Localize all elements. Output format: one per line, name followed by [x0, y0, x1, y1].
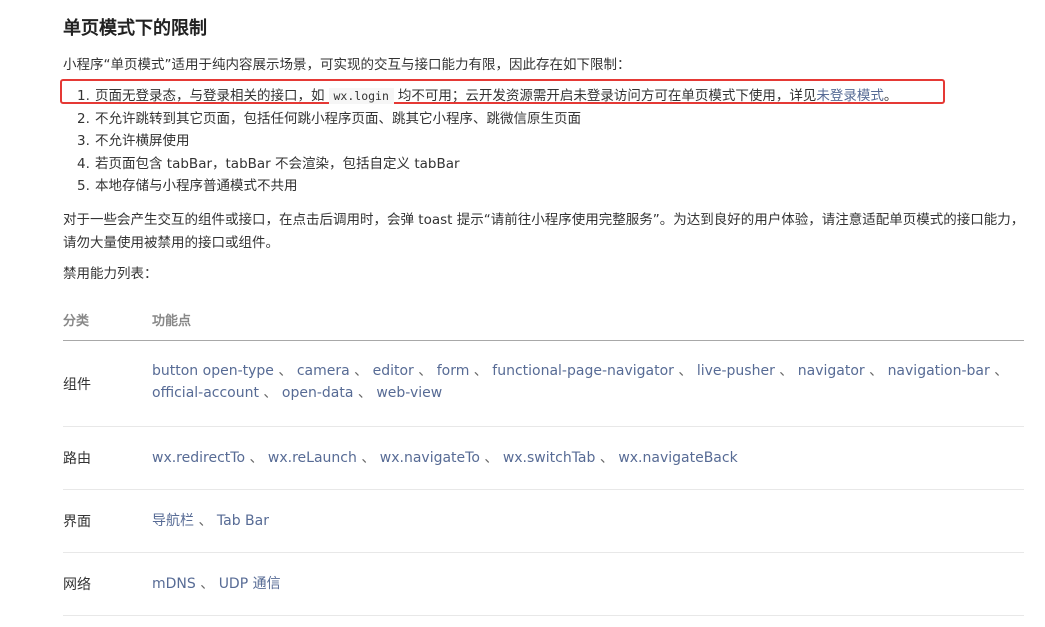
row-category: 网络: [63, 577, 91, 593]
header-category: 分类: [63, 314, 90, 329]
feature-link[interactable]: navigation-bar: [888, 363, 990, 379]
row-category: 路由: [63, 451, 91, 467]
row-category: 组件: [63, 377, 91, 393]
anonymous-mode-link[interactable]: 未登录模式: [816, 88, 884, 104]
separator: 、: [356, 450, 380, 466]
item-text: 。: [883, 88, 898, 104]
item-number: 1.: [77, 88, 90, 104]
item-text: 本地存储与小程序普通模式不共用: [95, 178, 298, 194]
item-text: 不允许横屏使用: [95, 133, 190, 149]
feature-link[interactable]: button open-type: [152, 363, 274, 379]
item-number: 5.: [77, 178, 90, 194]
feature-link[interactable]: wx.redirectTo: [152, 450, 245, 466]
item-number: 3.: [77, 133, 90, 149]
item-number: 2.: [77, 110, 90, 127]
separator: 、: [774, 363, 798, 379]
feature-link[interactable]: open-data: [282, 385, 354, 401]
separator: 、: [195, 576, 219, 592]
row-features: wx.redirectTo 、 wx.reLaunch 、 wx.navigat…: [152, 447, 1024, 469]
limits-list: 1. 页面无登录态，与登录相关的接口，如 wx.login 均不可用；云开发资源需开启…: [63, 85, 897, 198]
table-row: 网络 mDNS 、 UDP 通信: [63, 553, 1024, 616]
separator: 、: [194, 513, 217, 529]
item-text: 页面无登录态，与登录相关的接口，如: [95, 88, 325, 104]
header-features: 功能点: [152, 314, 192, 329]
disabled-features-table: 分类 功能点 组件 button open-type 、 camera 、 ed…: [63, 296, 1024, 616]
row-features: mDNS 、 UDP 通信: [152, 573, 1024, 595]
feature-link[interactable]: functional-page-navigator: [492, 363, 674, 379]
feature-link[interactable]: web-view: [376, 385, 442, 401]
separator: 、: [673, 363, 697, 379]
feature-link[interactable]: editor: [373, 363, 414, 379]
separator: 、: [595, 450, 619, 466]
feature-link[interactable]: live-pusher: [697, 363, 775, 379]
feature-link[interactable]: camera: [297, 363, 350, 379]
separator: 、: [258, 385, 282, 401]
limit-item-4: 4. 若页面包含 tabBar，tabBar 不会渲染，包括自定义 tabBar: [63, 153, 897, 176]
toast-paragraph: 对于一些会产生交互的组件或接口，在点击后调用时，会弹 toast 提示“请前往小…: [63, 212, 1025, 251]
row-category: 界面: [63, 514, 91, 530]
limit-item-2: 2. 不允许跳转到其它页面，包括任何跳小程序页面、跳其它小程序、跳微信原生页面: [63, 108, 897, 131]
table-header: 分类 功能点: [63, 296, 1024, 341]
feature-link[interactable]: UDP 通信: [219, 576, 281, 592]
feature-link[interactable]: form: [437, 363, 470, 379]
feature-link[interactable]: official-account: [152, 385, 259, 401]
inline-code: wx.login: [328, 88, 394, 104]
separator: 、: [245, 450, 268, 466]
intro-text: 小程序“单页模式”适用于纯内容展示场景，可实现的交互与接口能力有限，因此存在如下…: [63, 57, 631, 73]
separator: 、: [273, 363, 297, 379]
separator: 、: [479, 450, 503, 466]
feature-link[interactable]: wx.navigateTo: [380, 450, 480, 466]
table-row: 路由 wx.redirectTo 、 wx.reLaunch 、 wx.navi…: [63, 427, 1024, 490]
table-row: 界面 导航栏 、 Tab Bar: [63, 490, 1024, 553]
separator: 、: [864, 363, 888, 379]
separator: 、: [469, 363, 493, 379]
separator: 、: [413, 363, 437, 379]
item-text: 若页面包含 tabBar，tabBar 不会渲染，包括自定义 tabBar: [95, 155, 460, 172]
item-text: 均不可用；云开发资源需开启未登录访问方可在单页模式下使用，详见: [397, 88, 817, 104]
feature-link[interactable]: wx.reLaunch: [268, 450, 357, 466]
table-row: 组件 button open-type 、 camera 、 editor 、 …: [63, 341, 1024, 427]
row-features: button open-type 、 camera 、 editor 、 for…: [152, 360, 1024, 404]
limit-item-3: 3. 不允许横屏使用: [63, 130, 897, 153]
separator: 、: [989, 363, 1009, 379]
feature-link[interactable]: wx.switchTab: [503, 450, 596, 466]
limit-item-5: 5. 本地存储与小程序普通模式不共用: [63, 175, 897, 198]
item-text: 不允许跳转到其它页面，包括任何跳小程序页面、跳其它小程序、跳微信原生页面: [95, 110, 581, 127]
limit-item-1: 1. 页面无登录态，与登录相关的接口，如 wx.login 均不可用；云开发资源需开启…: [63, 85, 897, 108]
item-number: 4.: [77, 155, 90, 172]
disabled-list-title: 禁用能力列表：: [63, 266, 158, 282]
feature-link[interactable]: mDNS: [152, 576, 196, 592]
separator: 、: [349, 363, 373, 379]
feature-link[interactable]: 导航栏: [152, 513, 194, 529]
feature-link[interactable]: Tab Bar: [217, 513, 269, 529]
feature-link[interactable]: navigator: [798, 363, 865, 379]
feature-link[interactable]: wx.navigateBack: [618, 450, 737, 466]
section-title: 单页模式下的限制: [63, 18, 207, 39]
row-features: 导航栏 、 Tab Bar: [152, 510, 1024, 532]
separator: 、: [353, 385, 377, 401]
